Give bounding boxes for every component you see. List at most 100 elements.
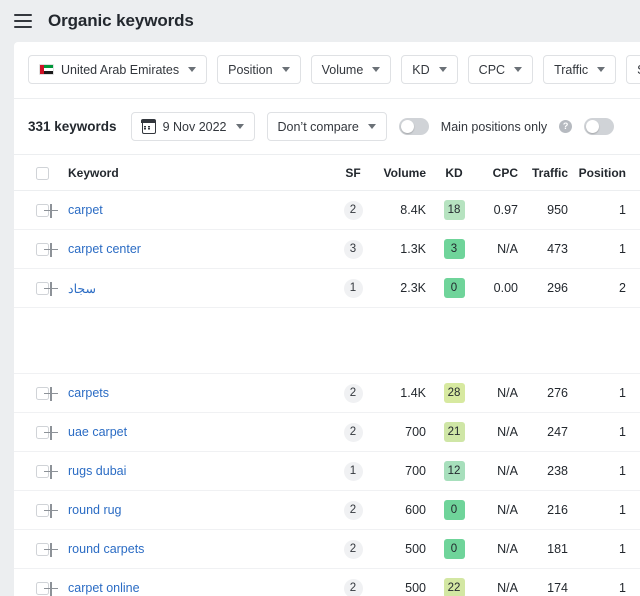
plus-icon[interactable]	[44, 465, 58, 479]
filter-cpc-label: CPC	[479, 63, 505, 77]
plus-icon[interactable]	[44, 204, 58, 218]
row-keyword-cell: carpet	[66, 191, 332, 230]
filter-traffic[interactable]: Traffic	[543, 55, 616, 84]
main-positions-toggle[interactable]	[399, 118, 429, 135]
row-keyword-cell: carpet online	[66, 569, 332, 596]
row-sf-cell: 3	[332, 230, 374, 269]
filter-serp-features[interactable]: SE	[626, 55, 640, 84]
row-keyword-cell: uae carpet	[66, 413, 332, 452]
keyword-link[interactable]: سجاد	[68, 282, 96, 296]
compare-dropdown[interactable]: Don’t compare	[267, 112, 387, 141]
keyword-link[interactable]: uae carpet	[68, 425, 127, 439]
chevron-down-icon	[188, 67, 196, 72]
table-row[interactable]: carpet28.4K180.979501	[14, 191, 640, 230]
uae-flag-icon	[39, 64, 54, 75]
content-card: United Arab Emirates Position Volume KD …	[14, 42, 640, 596]
sf-badge: 2	[344, 579, 363, 596]
row-keyword-cell: carpets	[66, 374, 332, 413]
filter-kd[interactable]: KD	[401, 55, 457, 84]
filter-volume[interactable]: Volume	[311, 55, 392, 84]
table-row[interactable]: rugs dubai170012N/A2381	[14, 452, 640, 491]
filter-cpc[interactable]: CPC	[468, 55, 533, 84]
filter-country[interactable]: United Arab Emirates	[28, 55, 207, 84]
plus-icon[interactable]	[44, 282, 58, 296]
plus-icon[interactable]	[44, 387, 58, 401]
row-cpc-cell: 0.97	[476, 191, 524, 230]
plus-icon[interactable]	[44, 243, 58, 257]
help-icon[interactable]: ?	[559, 120, 572, 133]
column-header-sf[interactable]: SF	[332, 155, 374, 191]
compare-dropdown-value: Don’t compare	[278, 120, 359, 134]
keyword-link[interactable]: round carpets	[68, 542, 144, 556]
row-kd-cell: 28	[432, 374, 476, 413]
keyword-link[interactable]: rugs dubai	[68, 464, 126, 478]
plus-icon[interactable]	[44, 582, 58, 596]
table-row[interactable]: round rug26000N/A2161	[14, 491, 640, 530]
column-header-position[interactable]: Position	[578, 155, 640, 191]
row-traffic-cell: 296	[524, 269, 578, 308]
table-row[interactable]: round carpets25000N/A1811	[14, 530, 640, 569]
keyword-link[interactable]: carpet	[68, 203, 103, 217]
row-sf-cell: 2	[332, 191, 374, 230]
plus-icon[interactable]	[44, 543, 58, 557]
row-keyword-cell: round rug	[66, 491, 332, 530]
page-title: Organic keywords	[48, 11, 194, 31]
secondary-toggle[interactable]	[584, 118, 614, 135]
kd-badge: 3	[444, 239, 465, 259]
row-volume-cell: 1.4K	[374, 374, 432, 413]
filter-position[interactable]: Position	[217, 55, 300, 84]
column-header-volume[interactable]: Volume	[374, 155, 432, 191]
filter-traffic-label: Traffic	[554, 63, 588, 77]
row-sf-cell: 1	[332, 269, 374, 308]
filter-kd-label: KD	[412, 63, 429, 77]
spacer-cell	[14, 308, 640, 341]
column-header-keyword[interactable]: Keyword	[66, 155, 332, 191]
table-row[interactable]: carpet center31.3K3N/A4731	[14, 230, 640, 269]
chevron-down-icon	[368, 124, 376, 129]
row-position-cell: 1	[578, 191, 640, 230]
row-cpc-cell: N/A	[476, 413, 524, 452]
row-select-cell	[14, 413, 44, 452]
filter-position-label: Position	[228, 63, 272, 77]
select-all-checkbox[interactable]	[36, 167, 49, 180]
kd-badge: 0	[444, 500, 465, 520]
row-select-cell	[14, 230, 44, 269]
sf-badge: 1	[344, 279, 363, 298]
row-select-cell	[14, 530, 44, 569]
keyword-link[interactable]: carpets	[68, 386, 109, 400]
plus-icon[interactable]	[44, 504, 58, 518]
row-volume-cell: 700	[374, 413, 432, 452]
row-cpc-cell: 0.00	[476, 269, 524, 308]
table-row[interactable]: carpets21.4K28N/A2761	[14, 374, 640, 413]
table-row[interactable]: carpet online250022N/A1741	[14, 569, 640, 596]
row-volume-cell: 700	[374, 452, 432, 491]
row-expand-cell	[44, 452, 66, 491]
keyword-link[interactable]: carpet center	[68, 242, 141, 256]
row-traffic-cell: 238	[524, 452, 578, 491]
row-kd-cell: 22	[432, 569, 476, 596]
row-kd-cell: 0	[432, 491, 476, 530]
row-volume-cell: 500	[374, 569, 432, 596]
kd-badge: 18	[444, 200, 465, 220]
table-row[interactable]: uae carpet270021N/A2471	[14, 413, 640, 452]
filter-volume-label: Volume	[322, 63, 364, 77]
filter-bar: United Arab Emirates Position Volume KD …	[14, 42, 640, 99]
sf-badge: 2	[344, 384, 363, 403]
table-row[interactable]: سجاد12.3K00.002962	[14, 269, 640, 308]
row-cpc-cell: N/A	[476, 452, 524, 491]
row-sf-cell: 1	[332, 452, 374, 491]
keyword-link[interactable]: carpet online	[68, 581, 140, 595]
column-header-cpc[interactable]: CPC	[476, 155, 524, 191]
plus-icon[interactable]	[44, 426, 58, 440]
date-picker[interactable]: 9 Nov 2022	[131, 112, 255, 141]
row-expand-cell	[44, 269, 66, 308]
column-header-traffic[interactable]: Traffic	[524, 155, 578, 191]
hamburger-icon[interactable]	[14, 14, 32, 28]
select-all-header	[14, 155, 44, 191]
row-cpc-cell: N/A	[476, 491, 524, 530]
sf-badge: 1	[344, 462, 363, 481]
column-header-kd[interactable]: KD	[432, 155, 476, 191]
row-volume-cell: 1.3K	[374, 230, 432, 269]
keyword-link[interactable]: round rug	[68, 503, 122, 517]
table-group-spacer	[14, 341, 640, 374]
